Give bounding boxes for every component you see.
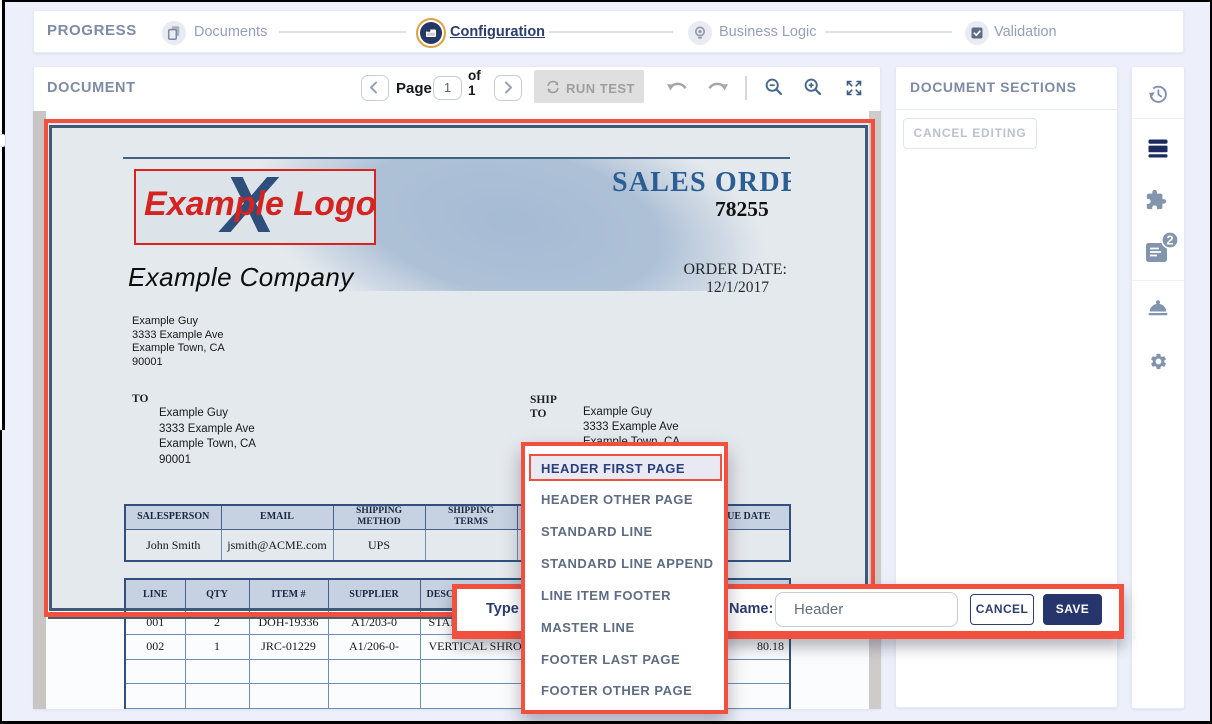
svg-text:2: 2 (1167, 233, 1174, 247)
